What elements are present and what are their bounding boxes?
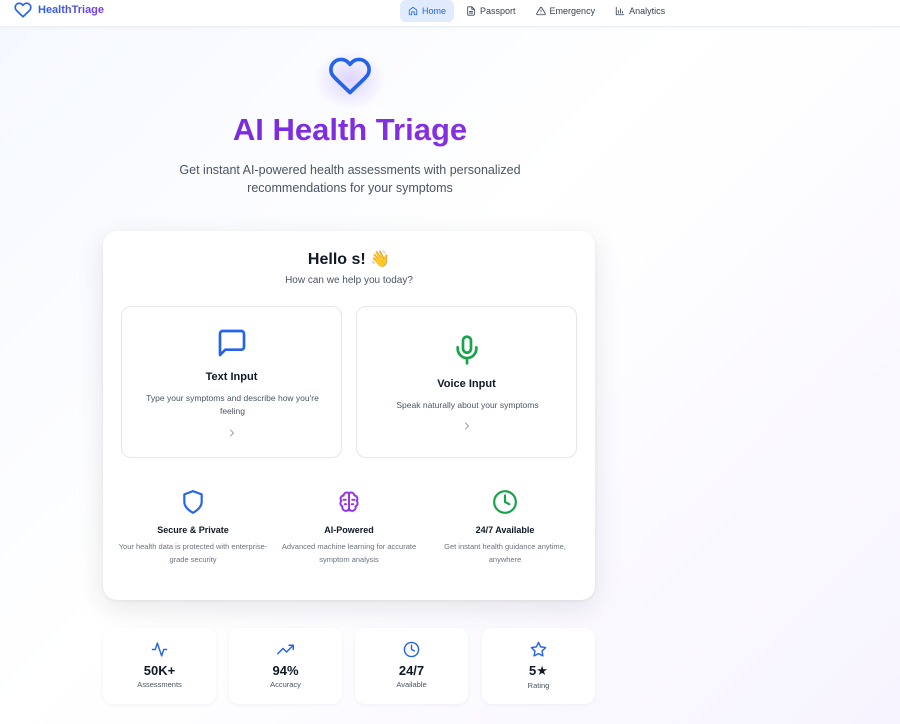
shield-icon (183, 490, 203, 514)
stat-value: 24/7 (398, 663, 425, 678)
star-icon (530, 641, 547, 657)
greeting-heading: Hello s! 👋 (307, 251, 391, 268)
stat-accuracy: 94% Accuracy (229, 628, 342, 704)
stat-availability: 24/7 Available (355, 628, 468, 704)
feature-secure: Secure & Private Your health data is pro… (118, 489, 268, 566)
alert-triangle-icon (535, 6, 546, 16)
main-nav: Home Passport Emergency Analytics (400, 0, 673, 22)
feature-available-title: 24/7 Available (475, 525, 535, 535)
chat-bubble-icon (218, 329, 246, 357)
stat-label: Assessments (137, 680, 182, 689)
voice-input-description: Speak naturally about your symptoms (396, 400, 539, 410)
brain-icon (339, 491, 359, 512)
triage-card: Hello s! 👋 How can we help you today? Te… (103, 231, 595, 600)
nav-emergency[interactable]: Emergency (528, 0, 604, 22)
text-input-option[interactable]: Text Input Type your symptoms and descri… (121, 306, 342, 458)
home-icon (408, 6, 418, 16)
heart-icon (329, 57, 371, 95)
nav-home[interactable]: Home (400, 0, 455, 22)
chevron-right-icon (230, 429, 234, 437)
stat-value: 5★ (529, 663, 548, 678)
page-subtitle: Get instant AI-powered health assessment… (179, 163, 521, 195)
brand-name: HealthTriage (38, 4, 105, 16)
feature-ai-description: Advanced machine learning for accurate s… (281, 542, 417, 564)
clock-icon (493, 490, 517, 514)
nav-home-label: Home (422, 6, 447, 16)
stat-label: Rating (527, 681, 550, 690)
top-navbar: HealthTriage Home Passport Emergency Ana… (0, 0, 900, 27)
feature-ai: AI-Powered Advanced machine learning for… (274, 489, 424, 566)
trending-up-icon (277, 644, 294, 655)
nav-passport[interactable]: Passport (458, 0, 524, 22)
brand-logo[interactable]: HealthTriage (14, 1, 104, 19)
stat-assessments: 50K+ Assessments (103, 628, 216, 704)
nav-analytics-label: Analytics (629, 6, 666, 16)
hero-heart (324, 50, 376, 102)
feature-available: 24/7 Available Get instant health guidan… (430, 489, 580, 566)
nav-emergency-label: Emergency (549, 6, 596, 16)
nav-passport-label: Passport (480, 6, 516, 16)
feature-secure-title: Secure & Private (157, 525, 229, 535)
chevron-right-icon (465, 422, 469, 430)
voice-input-option[interactable]: Voice Input Speak naturally about your s… (356, 306, 577, 458)
nav-analytics[interactable]: Analytics (607, 0, 673, 22)
stat-label: Available (396, 680, 427, 689)
document-icon (467, 6, 475, 16)
feature-ai-title: AI-Powered (324, 525, 374, 535)
text-input-title: Text Input (205, 371, 258, 383)
page-title: AI Health Triage (0, 112, 700, 148)
feature-available-description: Get instant health guidance anytime, any… (444, 542, 566, 564)
feature-secure-description: Your health data is protected with enter… (118, 542, 268, 564)
bar-chart-icon (615, 6, 625, 16)
clock-icon (403, 641, 420, 658)
stat-label: Accuracy (270, 680, 301, 689)
voice-input-title: Voice Input (437, 378, 496, 390)
microphone-icon (456, 335, 478, 365)
heart-icon (14, 2, 32, 18)
stat-value: 50K+ (143, 663, 176, 678)
stat-value: 94% (272, 663, 299, 678)
text-input-description: Type your symptoms and describe how you'… (146, 393, 319, 416)
activity-icon (151, 642, 168, 657)
greeting-subtitle: How can we help you today? (285, 275, 413, 286)
stat-rating: 5★ Rating (482, 628, 595, 704)
